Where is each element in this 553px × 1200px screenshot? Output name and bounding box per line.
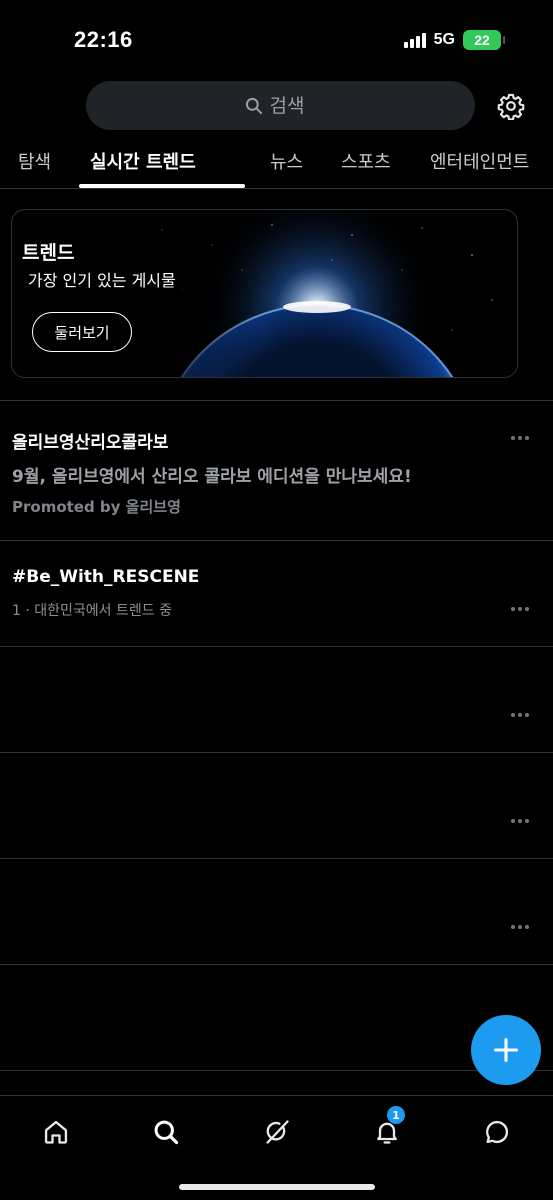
- tab-explore[interactable]: 탐색: [18, 148, 51, 174]
- home-indicator: [179, 1184, 375, 1190]
- hero-card[interactable]: 트렌드 가장 인기 있는 게시물 둘러보기: [11, 209, 518, 378]
- more-options-icon[interactable]: [509, 922, 531, 932]
- nav-messages[interactable]: [477, 1112, 517, 1152]
- plus-icon: [493, 1037, 519, 1063]
- more-options-icon[interactable]: [509, 433, 531, 443]
- trend-item[interactable]: #Be_With_RESCENE 1 · 대한민국에서 트렌드 중: [0, 541, 553, 647]
- nav-notifications[interactable]: 1: [367, 1106, 407, 1152]
- trend-description: 9월, 올리브영에서 산리오 콜라보 에디션을 만나보세요!: [12, 467, 412, 487]
- gear-icon: [497, 93, 525, 120]
- trend-item[interactable]: [0, 647, 553, 753]
- trend-title: 올리브영산리오콜라보: [12, 433, 169, 453]
- trend-meta: 1 · 대한민국에서 트렌드 중: [12, 603, 172, 619]
- tab-entertainment[interactable]: 엔터테인먼트: [430, 148, 529, 174]
- tab-sports[interactable]: 스포츠: [341, 148, 391, 174]
- home-icon: [44, 1120, 68, 1144]
- battery-level: 22: [474, 32, 490, 48]
- nav-grok[interactable]: [257, 1112, 297, 1152]
- status-bar: 22:16 5G 22: [0, 0, 553, 80]
- browse-button[interactable]: 둘러보기: [32, 312, 132, 352]
- compose-button[interactable]: [471, 1015, 541, 1085]
- earth-horizon-image: [122, 210, 517, 377]
- tab-bar: 탐색 실시간 트렌드 뉴스 스포츠 엔터테인먼트: [0, 140, 553, 189]
- search-icon: [245, 97, 262, 114]
- status-indicators: 5G 22: [403, 30, 505, 50]
- nav-search[interactable]: [146, 1112, 186, 1152]
- search-bar[interactable]: [86, 81, 475, 130]
- battery-icon: 22: [463, 30, 505, 50]
- tab-realtime-trends[interactable]: 실시간 트렌드: [90, 148, 196, 174]
- signal-icon: [403, 32, 426, 48]
- more-options-icon[interactable]: [509, 710, 531, 720]
- message-icon: [486, 1120, 509, 1144]
- trend-item[interactable]: [0, 753, 553, 859]
- tab-news[interactable]: 뉴스: [270, 148, 303, 174]
- notification-badge: 1: [387, 1106, 405, 1124]
- network-label: 5G: [433, 31, 455, 48]
- trend-item[interactable]: [0, 965, 553, 1071]
- trend-item-promoted[interactable]: 올리브영산리오콜라보 9월, 올리브영에서 산리오 콜라보 에디션을 만나보세요…: [0, 400, 553, 541]
- hero-subtitle: 가장 인기 있는 게시물: [28, 271, 176, 290]
- trend-item[interactable]: [0, 859, 553, 965]
- nav-home[interactable]: [36, 1112, 76, 1152]
- promoted-label: Promoted by 올리브영: [12, 498, 181, 516]
- search-icon: [154, 1120, 179, 1145]
- trend-title: #Be_With_RESCENE: [12, 567, 200, 587]
- status-time: 22:16: [74, 27, 133, 52]
- settings-button[interactable]: [494, 89, 528, 123]
- more-options-icon[interactable]: [509, 816, 531, 826]
- hero-title: 트렌드: [22, 242, 75, 264]
- search-input[interactable]: [269, 94, 318, 117]
- more-options-icon[interactable]: [509, 604, 531, 614]
- grok-icon: [266, 1120, 289, 1144]
- active-tab-indicator: [79, 184, 245, 188]
